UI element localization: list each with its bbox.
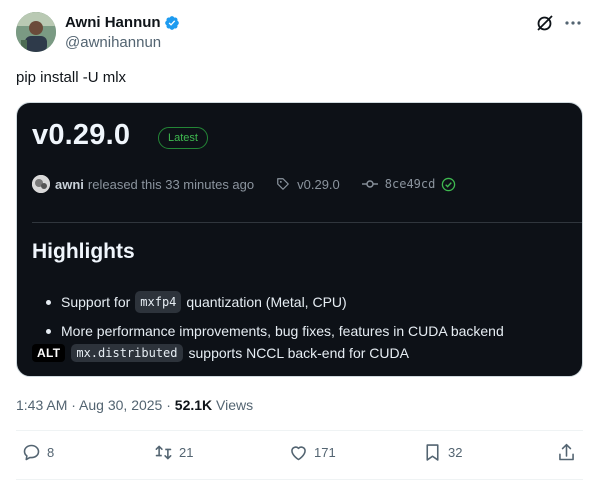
release-commit-hash: 8ce49cd — [384, 177, 436, 191]
inline-code: mx.distributed — [71, 344, 183, 362]
verified-badge-icon — [164, 16, 179, 30]
inline-code: mxfp4 — [135, 291, 182, 313]
repost-count: 21 — [179, 445, 194, 460]
repost-button[interactable]: 21 — [153, 442, 193, 463]
release-commit: 8ce49cd — [361, 177, 464, 192]
author-name-row[interactable]: Awni Hannun — [65, 14, 180, 32]
alt-text-badge[interactable]: ALT — [32, 344, 66, 362]
like-count: 171 — [314, 445, 336, 460]
release-version-title: v0.29.0 — [32, 119, 131, 151]
author-handle[interactable]: @awnihannun — [65, 33, 180, 53]
release-bullet-list: Support for mxfp4 quantization (Metal, C… — [46, 291, 504, 349]
bookmark-icon — [426, 444, 439, 461]
like-button[interactable]: 171 — [288, 442, 336, 463]
release-tag-label: v0.29.0 — [297, 176, 340, 192]
tweet-date[interactable]: Aug 30, 2025 — [79, 397, 162, 413]
share-button[interactable] — [556, 442, 582, 463]
release-bullet: More performance improvements, bug fixes… — [46, 322, 504, 340]
divider-bottom — [16, 479, 583, 480]
check-circle-icon — [442, 177, 456, 191]
action-bar: 8 21 171 32 — [16, 442, 583, 472]
heart-icon — [291, 446, 306, 461]
release-meta: awni released this 33 minutes ago v0.29.… — [32, 174, 463, 194]
grok-icon[interactable] — [535, 13, 555, 33]
timestamp-separator: · — [166, 397, 175, 413]
bullet-dot — [46, 328, 51, 334]
reply-icon — [23, 444, 40, 461]
bookmark-button[interactable]: 32 — [422, 442, 462, 463]
release-section-heading: Highlights — [32, 240, 135, 263]
reply-count: 8 — [47, 445, 55, 460]
bullet-text: More performance improvements, bug fixes… — [61, 323, 504, 339]
reply-button[interactable]: 8 — [21, 442, 54, 463]
more-icon[interactable] — [563, 13, 583, 33]
latest-badge: Latest — [158, 127, 208, 149]
views-count: 52.1K — [174, 397, 213, 413]
bookmark-count: 32 — [448, 445, 463, 460]
author-display-name[interactable]: Awni Hannun — [65, 14, 161, 32]
bullet-dot — [46, 299, 51, 305]
release-divider — [32, 222, 582, 223]
last-line-text: supports NCCL back-end for CUDA — [188, 345, 409, 361]
release-user-avatar — [32, 175, 50, 193]
share-icon — [559, 443, 574, 461]
release-time: released this 33 minutes ago — [87, 176, 255, 192]
repost-icon — [155, 445, 172, 460]
release-last-line: ALT mx.distributed supports NCCL back-en… — [32, 344, 409, 362]
tweet-timestamp: 1:43 AM · Aug 30, 2025 · 52.1K Views — [16, 397, 253, 413]
avatar-photo — [16, 12, 56, 52]
tweet-text: pip install -U mlx — [16, 69, 127, 86]
bullet-text-after: quantization (Metal, CPU) — [186, 294, 347, 310]
timestamp-separator: · — [71, 397, 80, 413]
views-label: Views — [216, 397, 254, 413]
tweet-header: Awni Hannun @awnihannun — [16, 12, 583, 54]
bullet-text-before: Support for — [61, 294, 131, 310]
tag-icon — [277, 178, 289, 190]
commit-icon — [361, 180, 378, 188]
avatar[interactable] — [16, 12, 56, 52]
release-tag: v0.29.0 — [276, 177, 340, 192]
tweet-time[interactable]: 1:43 AM — [16, 397, 67, 413]
release-bullet: Support for mxfp4 quantization (Metal, C… — [46, 291, 504, 313]
release-screenshot-image[interactable]: v0.29.0 Latest awni released this 33 min… — [16, 102, 583, 377]
divider-top — [16, 430, 583, 431]
release-user: awni — [55, 176, 84, 192]
